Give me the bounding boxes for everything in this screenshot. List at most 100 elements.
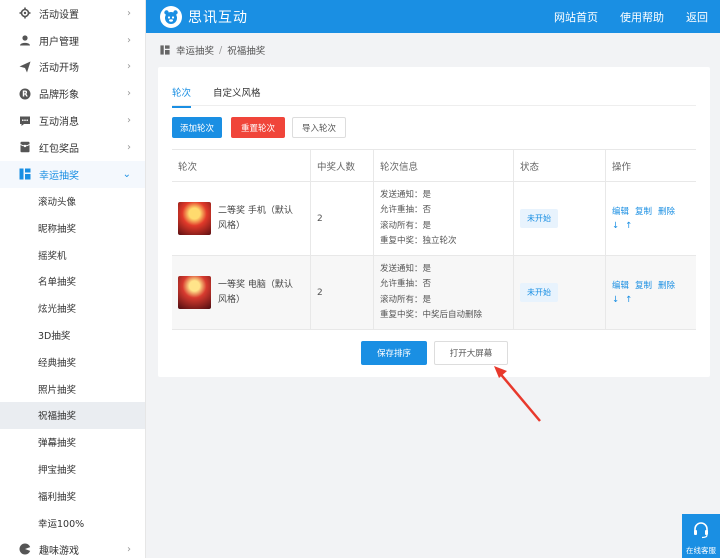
- save-order-button[interactable]: 保存排序: [361, 341, 427, 365]
- registered-icon: R: [18, 87, 32, 101]
- round-info-cell: 发送通知：是 允许重抽：否 滚动所有：是 重复中奖：中奖后自动删除: [374, 256, 514, 329]
- status-badge: 未开始: [520, 283, 558, 302]
- column-header: 轮次信息: [374, 150, 514, 181]
- chevron-right-icon: ›: [127, 61, 131, 73]
- round-info-cell: 发送通知：是 允许重抽：否 滚动所有：是 重复中奖：独立轮次: [374, 182, 514, 255]
- online-service-button[interactable]: 在线客服: [682, 514, 720, 558]
- sidebar: 活动设置 › 用户管理 › 活动开场 › R 品牌形象 › 互动消息 › 红包奖…: [0, 0, 146, 558]
- mascot-logo-icon: [160, 5, 182, 28]
- chevron-right-icon: ›: [127, 88, 131, 100]
- header-nav: 网站首页 使用帮助 返回: [544, 9, 720, 25]
- headset-icon: [692, 521, 710, 541]
- delete-link[interactable]: 删除: [658, 281, 675, 291]
- sub-item-glow-draw[interactable]: 炫光抽奖: [0, 295, 145, 322]
- edit-link[interactable]: 编辑: [612, 281, 629, 291]
- game-icon: [18, 542, 32, 556]
- breadcrumb: 幸运抽奖 / 祝福抽奖: [146, 33, 720, 67]
- info-line: 滚动所有：是: [380, 220, 432, 231]
- winner-count: 2: [311, 256, 374, 329]
- prize-name-line: 二等奖 手机（默认: [218, 205, 293, 216]
- status-badge: 未开始: [520, 209, 558, 228]
- sub-item-photo-draw[interactable]: 照片抽奖: [0, 375, 145, 402]
- column-header: 中奖人数: [311, 150, 374, 181]
- prize-thumbnail: [178, 202, 211, 235]
- prize-name-line: 一等奖 电脑（默认: [218, 279, 293, 290]
- chevron-down-icon: ⌄: [122, 168, 131, 180]
- operations-cell: 编辑 复制 删除 ↓ ↑: [606, 256, 696, 329]
- round-cell: 一等奖 电脑（默认 风格）: [172, 256, 311, 329]
- winner-count: 2: [311, 182, 374, 255]
- sub-item-list-draw[interactable]: 名单抽奖: [0, 268, 145, 295]
- sidebar-item-brand-image[interactable]: R 品牌形象 ›: [0, 80, 145, 107]
- rounds-table: 轮次 中奖人数 轮次信息 状态 操作 二等奖 手机（默认 风格） 2 发送通知：…: [172, 149, 696, 330]
- chevron-right-icon: ›: [127, 141, 131, 153]
- top-header: 思讯互动 网站首页 使用帮助 返回: [146, 0, 720, 33]
- sub-item-welfare-draw[interactable]: 福利抽奖: [0, 482, 145, 509]
- sidebar-item-label: 活动设置: [39, 9, 79, 21]
- nav-back-link[interactable]: 返回: [686, 9, 708, 25]
- info-line: 重复中奖：独立轮次: [380, 236, 457, 246]
- nav-home-link[interactable]: 网站首页: [554, 9, 598, 25]
- sidebar-item-interactive-messages[interactable]: 互动消息 ›: [0, 107, 145, 134]
- add-round-button[interactable]: 添加轮次: [172, 117, 222, 138]
- sidebar-item-label: 用户管理: [39, 36, 79, 48]
- copy-link[interactable]: 复制: [635, 281, 652, 291]
- table-row: 一等奖 电脑（默认 风格） 2 发送通知：是 允许重抽：否 滚动所有：是 重复中…: [172, 256, 696, 330]
- send-icon: [18, 60, 32, 74]
- sub-item-nickname-draw[interactable]: 昵称抽奖: [0, 214, 145, 241]
- column-header: 操作: [612, 161, 632, 173]
- chevron-right-icon: ›: [127, 7, 131, 19]
- move-down-icon[interactable]: ↓: [612, 221, 619, 231]
- delete-link[interactable]: 删除: [658, 207, 675, 217]
- sidebar-item-activity-settings[interactable]: 活动设置 ›: [0, 0, 145, 27]
- lottery-icon: [160, 45, 170, 55]
- user-icon: [18, 33, 32, 47]
- sidebar-item-activity-open[interactable]: 活动开场 ›: [0, 54, 145, 81]
- nav-help-link[interactable]: 使用帮助: [620, 9, 664, 25]
- sub-item-blessing-draw[interactable]: 祝福抽奖: [0, 401, 145, 429]
- sidebar-item-label: 品牌形象: [39, 90, 79, 102]
- svg-text:R: R: [22, 89, 28, 98]
- column-header: 轮次: [172, 150, 311, 181]
- status-cell: 未开始: [514, 182, 606, 255]
- info-line: 允许重抽：否: [380, 205, 432, 215]
- sidebar-item-label: 趣味游戏: [39, 545, 79, 557]
- move-down-icon[interactable]: ↓: [612, 295, 619, 305]
- move-up-icon[interactable]: ↑: [625, 221, 632, 231]
- import-round-button[interactable]: 导入轮次: [292, 117, 346, 138]
- sidebar-item-label: 红包奖品: [39, 143, 79, 155]
- sub-item-danmaku-draw[interactable]: 弹幕抽奖: [0, 429, 145, 456]
- sub-item-slot-machine[interactable]: 摇奖机: [0, 241, 145, 268]
- move-up-icon[interactable]: ↑: [625, 295, 632, 305]
- lottery-icon: [18, 167, 32, 181]
- sidebar-item-label: 互动消息: [39, 117, 79, 129]
- brand-name: 思讯互动: [188, 9, 248, 26]
- sidebar-item-fun-games[interactable]: 趣味游戏 ›: [0, 536, 145, 558]
- tab-divider: [172, 105, 696, 106]
- copy-link[interactable]: 复制: [635, 207, 652, 217]
- sub-item-classic-draw[interactable]: 经典抽奖: [0, 348, 145, 375]
- operations-cell: 编辑 复制 删除 ↓ ↑: [606, 182, 696, 255]
- info-line: 发送通知：是: [380, 189, 432, 200]
- sub-item-scroll-avatar[interactable]: 滚动头像: [0, 188, 145, 215]
- edit-link[interactable]: 编辑: [612, 207, 629, 217]
- prize-thumbnail: [178, 276, 211, 309]
- sidebar-item-user-management[interactable]: 用户管理 ›: [0, 27, 145, 54]
- sub-item-3d-draw[interactable]: 3D抽奖: [0, 322, 145, 349]
- online-service-label: 在线客服: [686, 546, 716, 555]
- info-line: 发送通知：是: [380, 263, 432, 274]
- reset-round-button[interactable]: 重置轮次: [231, 117, 285, 138]
- sub-item-bet-draw[interactable]: 押宝抽奖: [0, 456, 145, 483]
- status-cell: 未开始: [514, 256, 606, 329]
- prize-name-line: 风格）: [218, 220, 246, 231]
- chevron-right-icon: ›: [127, 543, 131, 555]
- breadcrumb-parent[interactable]: 幸运抽奖: [176, 43, 214, 57]
- prize-name: 一等奖 电脑（默认 风格）: [218, 278, 293, 308]
- breadcrumb-current: 祝福抽奖: [227, 46, 266, 57]
- sidebar-item-label: 活动开场: [39, 63, 79, 75]
- rounds-card: 轮次 自定义风格 添加轮次 重置轮次 导入轮次 轮次 中奖人数 轮次信息 状态 …: [158, 67, 710, 377]
- sub-item-lucky-100[interactable]: 幸运100%: [0, 509, 145, 536]
- sidebar-item-red-packet-prizes[interactable]: 红包奖品 ›: [0, 134, 145, 161]
- sidebar-item-lucky-draw[interactable]: 幸运抽奖 ⌄: [0, 160, 145, 188]
- info-line: 允许重抽：否: [380, 279, 432, 289]
